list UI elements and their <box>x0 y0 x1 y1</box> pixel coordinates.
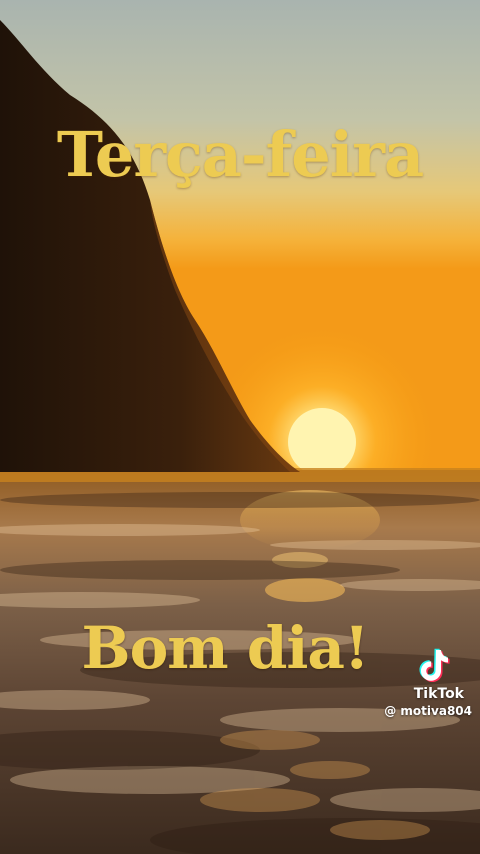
video-frame: Terça-feira Bom dia! TikTok @ motiva804 <box>0 0 480 854</box>
tiktok-handle: @ motiva804 <box>384 704 472 718</box>
tiktok-watermark: TikTok @ motiva804 <box>362 646 472 718</box>
day-title: Terça-feira <box>56 118 424 191</box>
tiktok-brand-label: TikTok <box>413 686 464 702</box>
tiktok-logo-icon <box>419 648 450 682</box>
sun <box>288 408 356 476</box>
